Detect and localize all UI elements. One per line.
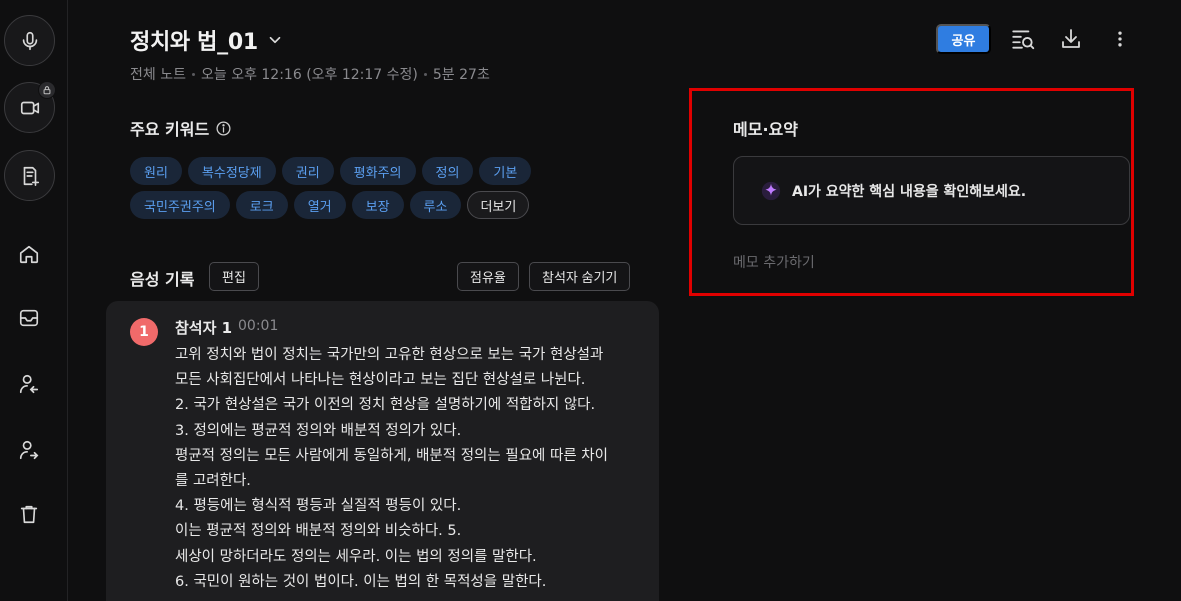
keyword-chip[interactable]: 보장	[351, 191, 404, 219]
voice-record-title: 음성 기록	[130, 270, 195, 289]
trash-icon	[20, 505, 38, 524]
vertical-dots-icon	[1118, 31, 1122, 47]
transcript-line: 4. 평등에는 형식적 평등과 실질적 평등이 있다.	[175, 498, 462, 515]
more-options-button[interactable]	[1105, 24, 1135, 54]
keyword-chip[interactable]: 기본	[479, 157, 532, 185]
edit-button[interactable]: 편집	[209, 262, 259, 291]
transcript-line: 6. 국민이 원하는 것이 법이다. 이는 법의 한 목적성을 말한다.	[175, 573, 547, 590]
speaker-name[interactable]: 참석자 1	[175, 317, 232, 338]
keyword-chip[interactable]: 복수정당제	[187, 157, 276, 185]
separator-dot	[423, 72, 427, 76]
transcript-line: 모든 사회집단에서 나타나는 현상이라고 보는 집단 현상설로 나뉜다.	[175, 372, 586, 389]
title-row[interactable]: 정치와 법_01	[130, 24, 284, 56]
keyword-chip[interactable]: 정의	[421, 157, 474, 185]
transcript-line: 2. 국가 현상설은 국가 이전의 정치 현상을 설명하기에 적합하지 않다.	[175, 397, 596, 414]
keywords-more-button[interactable]: 더보기	[467, 191, 530, 219]
app-root: 정치와 법_01 전체 노트 오늘 오후 12:16 (오후 12:17 수정)…	[0, 0, 1181, 601]
user-outgoing-icon	[19, 440, 39, 460]
keyword-chip[interactable]: 열거	[293, 191, 346, 219]
chevron-down-icon[interactable]	[266, 31, 284, 49]
keyword-chip[interactable]: 로크	[235, 191, 288, 219]
shared-by-me-button[interactable]	[15, 436, 43, 464]
transcript-line: 고위 정치와 법이 정치는 국가만의 고유한 현상으로 보는 국가 현상설과	[175, 347, 604, 363]
shared-with-me-button[interactable]	[15, 370, 43, 398]
ai-sparkle-icon	[761, 181, 781, 200]
keywords-title: 주요 키워드	[130, 120, 210, 139]
transcript-line: 평균적 정의는 모든 사람에게 동일하게, 배분적 정의는 필요에 따른 차이	[175, 447, 608, 464]
keywords-header: 주요 키워드	[130, 116, 232, 140]
list-search-icon	[1012, 30, 1035, 50]
home-button[interactable]	[15, 240, 43, 268]
user-incoming-icon	[19, 374, 39, 394]
note-duration: 5분 27초	[432, 67, 490, 83]
inbox-button[interactable]	[15, 304, 43, 332]
transcript-line: 3. 정의에는 평균적 정의와 배분적 정의가 있다.	[175, 422, 462, 439]
keyword-chip[interactable]: 루소	[409, 191, 462, 219]
download-icon	[1062, 29, 1080, 48]
share-button[interactable]: 공유	[936, 24, 991, 54]
page-title: 정치와 법_01	[130, 30, 258, 55]
ai-summary-prompt: AI가 요약한 핵심 내용을 확인해보세요.	[792, 183, 1027, 200]
speaker-timestamp[interactable]: 00:01	[238, 318, 278, 334]
add-memo-input[interactable]: 메모 추가하기	[733, 252, 815, 272]
transcript-card: 1 참석자 1 00:01 고위 정치와 법이 정치는 국가만의 고유한 현상으…	[106, 301, 659, 601]
transcript-line: 이는 평균적 정의와 배분적 정의와 비슷하다. 5.	[175, 523, 462, 540]
search-transcript-button[interactable]	[1008, 24, 1038, 54]
record-audio-button[interactable]	[4, 15, 55, 66]
keyword-chip[interactable]: 평화주의	[339, 157, 416, 185]
note-timestamp: 오늘 오후 12:16 (오후 12:17 수정)	[200, 67, 418, 83]
keyword-chip[interactable]: 권리	[281, 157, 334, 185]
keyword-chips: 원리 복수정당제 권리 평화주의 정의 기본 국민주권주의 로크 열거 보장 루…	[130, 157, 550, 219]
new-note-button[interactable]	[4, 150, 55, 201]
note-add-icon	[23, 166, 39, 186]
ai-summary-button[interactable]: AI가 요약한 핵심 내용을 확인해보세요.	[733, 156, 1130, 225]
note-meta: 전체 노트 오늘 오후 12:16 (오후 12:17 수정) 5분 27초	[130, 64, 490, 84]
memo-title: 메모·요약	[733, 120, 798, 139]
keyword-chip[interactable]: 국민주권주의	[130, 191, 230, 219]
transcript-line: 를 고려한다.	[175, 473, 251, 490]
record-video-button[interactable]	[4, 81, 56, 133]
separator-dot	[191, 72, 195, 76]
lock-icon	[38, 81, 56, 99]
transcript-line: 세상이 망하더라도 정의는 세우라. 이는 법의 정의를 말한다.	[175, 548, 537, 565]
transcript-text[interactable]: 고위 정치와 법이 정치는 국가만의 고유한 현상으로 보는 국가 현상설과 모…	[175, 343, 645, 595]
left-rail	[0, 0, 68, 601]
keyword-chip[interactable]: 원리	[130, 157, 182, 185]
home-icon	[19, 245, 39, 264]
note-location: 전체 노트	[130, 67, 186, 83]
trash-button[interactable]	[15, 500, 43, 528]
inbox-icon	[19, 309, 39, 327]
info-icon[interactable]	[215, 120, 232, 137]
microphone-icon	[22, 31, 37, 50]
share-ratio-button[interactable]: 점유율	[457, 262, 519, 291]
download-button[interactable]	[1056, 24, 1086, 54]
video-camera-icon	[20, 101, 39, 114]
speaker-badge: 1	[130, 318, 158, 346]
hide-participants-button[interactable]: 참석자 숨기기	[529, 262, 631, 291]
